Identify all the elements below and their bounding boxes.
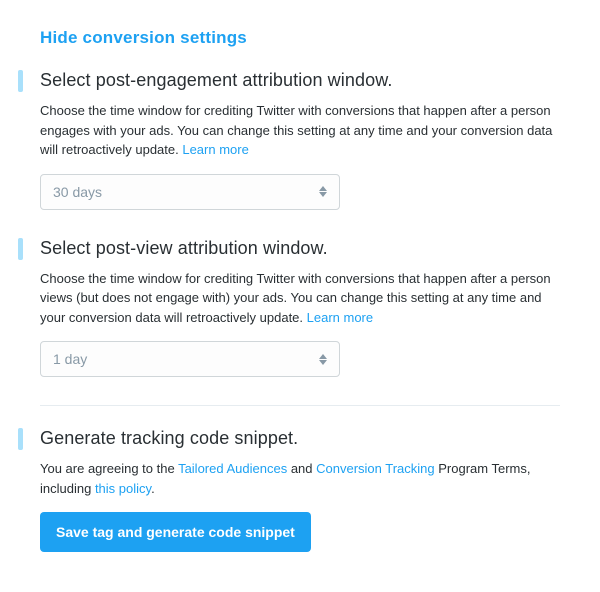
- select-value: 30 days: [53, 184, 319, 200]
- section-accent: [18, 428, 23, 450]
- select-value: 1 day: [53, 351, 319, 367]
- post-engagement-section: Select post-engagement attribution windo…: [40, 70, 560, 210]
- post-engagement-window-select[interactable]: 30 days: [40, 174, 340, 210]
- section-title: Select post-engagement attribution windo…: [40, 70, 560, 91]
- section-title: Select post-view attribution window.: [40, 238, 560, 259]
- stepper-icon: [319, 186, 327, 197]
- description-text: Choose the time window for crediting Twi…: [40, 271, 551, 325]
- conversion-tracking-link[interactable]: Conversion Tracking: [316, 461, 435, 476]
- tailored-audiences-link[interactable]: Tailored Audiences: [178, 461, 287, 476]
- post-view-section: Select post-view attribution window. Cho…: [40, 238, 560, 378]
- terms-end: .: [151, 481, 155, 496]
- section-accent: [18, 70, 23, 92]
- terms-text: You are agreeing to the Tailored Audienc…: [40, 459, 560, 498]
- post-view-window-select[interactable]: 1 day: [40, 341, 340, 377]
- hide-conversion-settings-toggle[interactable]: Hide conversion settings: [40, 28, 560, 48]
- this-policy-link[interactable]: this policy: [95, 481, 151, 496]
- save-generate-button[interactable]: Save tag and generate code snippet: [40, 512, 311, 552]
- terms-pre: You are agreeing to the: [40, 461, 178, 476]
- learn-more-link[interactable]: Learn more: [182, 142, 248, 157]
- terms-mid: and: [287, 461, 316, 476]
- section-title: Generate tracking code snippet.: [40, 428, 560, 449]
- stepper-icon: [319, 354, 327, 365]
- learn-more-link[interactable]: Learn more: [307, 310, 373, 325]
- section-description: Choose the time window for crediting Twi…: [40, 269, 560, 328]
- section-description: Choose the time window for crediting Twi…: [40, 101, 560, 160]
- divider: [40, 405, 560, 406]
- section-accent: [18, 238, 23, 260]
- description-text: Choose the time window for crediting Twi…: [40, 103, 552, 157]
- generate-snippet-section: Generate tracking code snippet. You are …: [40, 428, 560, 552]
